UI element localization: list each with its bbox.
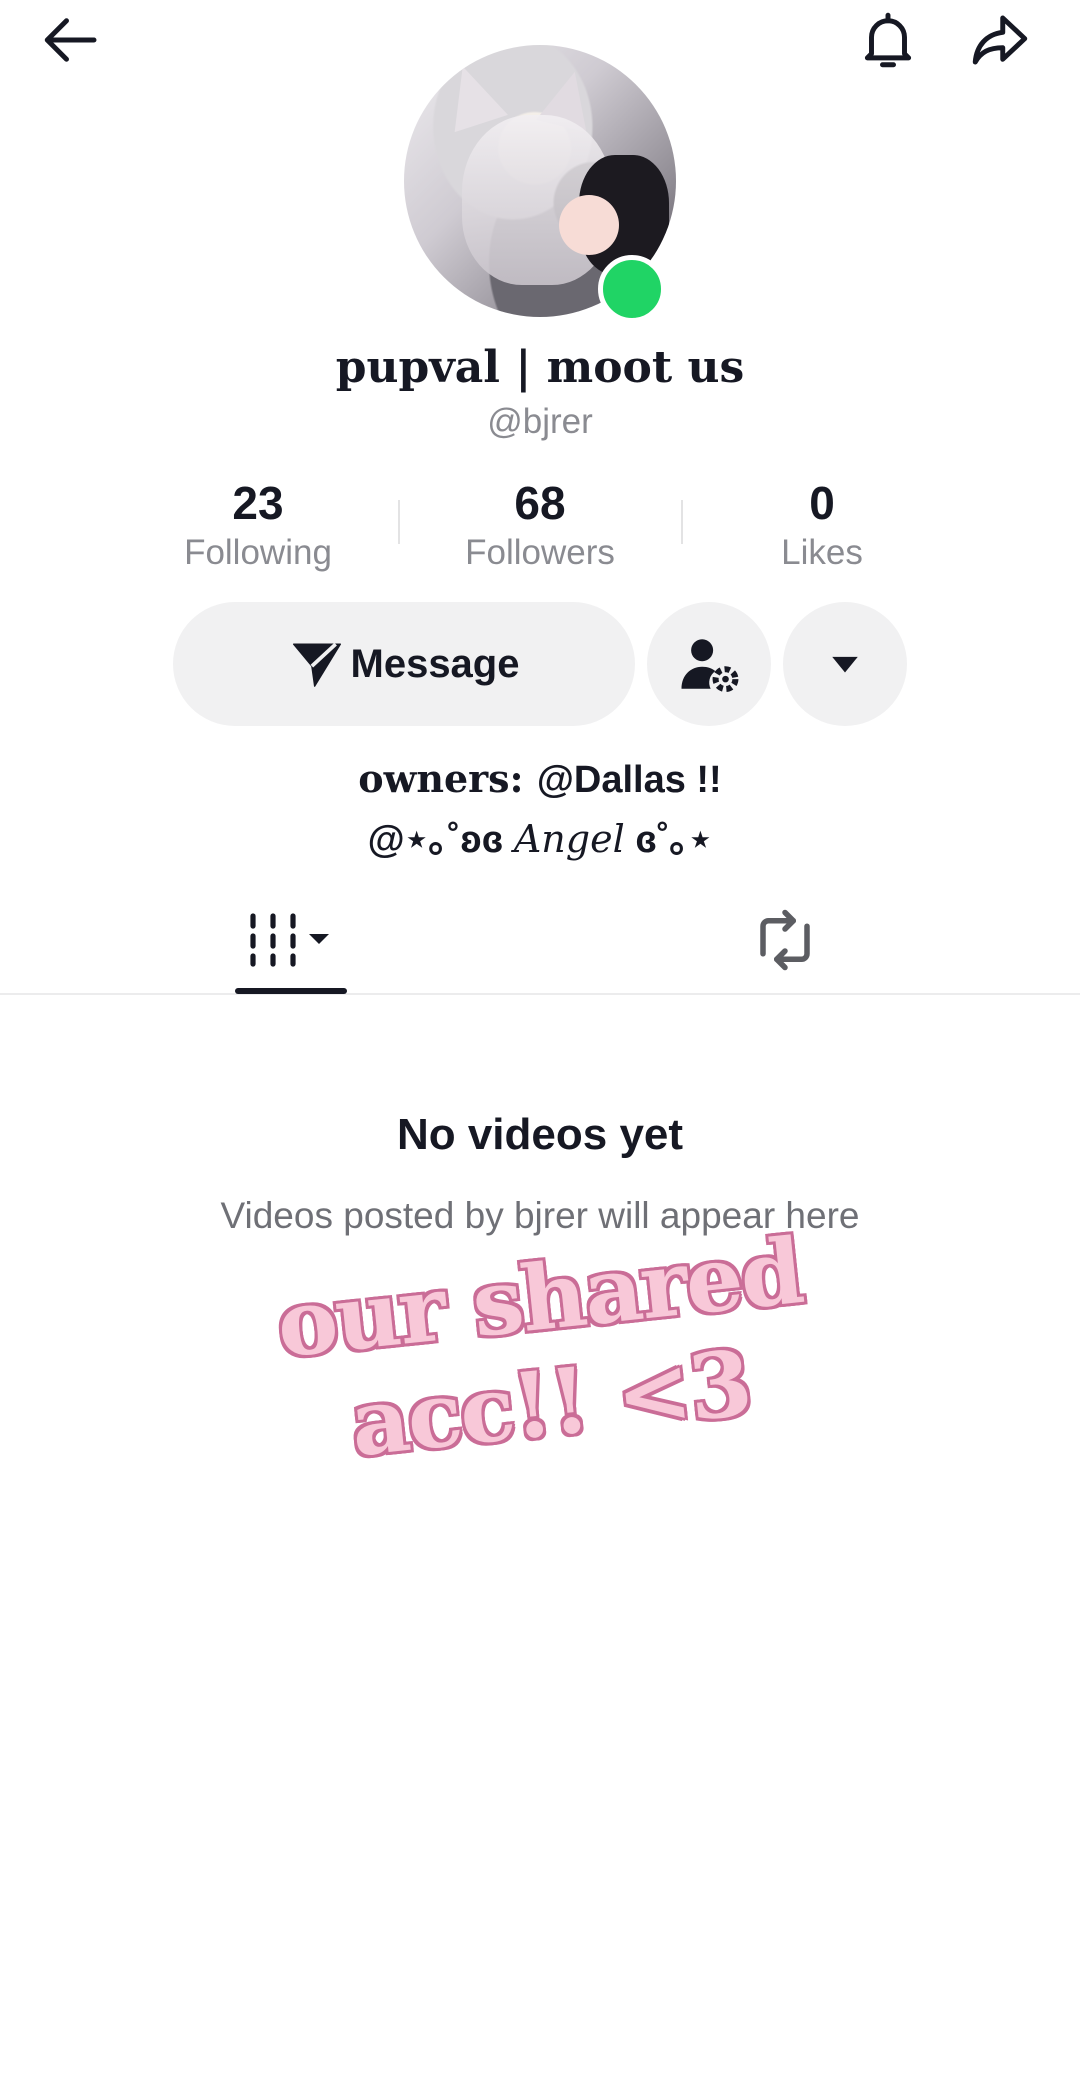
username-handle: @bjrer: [487, 402, 593, 441]
caret-down-icon: [832, 656, 858, 673]
bio-decoration-end: ɞ˚｡⋆: [635, 819, 713, 861]
send-icon: [292, 642, 341, 687]
tab-bar-divider: [0, 993, 1080, 995]
bio-line-1: owners: @Dallas !!: [0, 756, 1080, 802]
bio-decoration: ʚɞ: [460, 819, 504, 861]
repost-icon: [760, 909, 810, 971]
bio-line-2: @⋆｡˚ʚɞ Angel ɞ˚｡⋆: [0, 808, 1080, 863]
user-gear-icon: [681, 639, 739, 693]
tab-videos[interactable]: [235, 900, 347, 980]
sticker-text-overlay: our shared acc!! <3: [272, 1218, 807, 1478]
bio-owners-label: owners:: [358, 756, 537, 801]
bio-name: Angel: [513, 817, 625, 861]
arrow-left-icon: [44, 18, 97, 62]
friend-settings-button[interactable]: [647, 602, 771, 726]
grid-columns-icon: [250, 913, 329, 967]
bio-mention-prefix[interactable]: @⋆｡˚: [368, 819, 461, 861]
stat-value: 23: [232, 477, 284, 529]
avatar-art-face: [559, 195, 619, 255]
message-button[interactable]: Message: [173, 602, 635, 726]
online-status-dot: [598, 255, 666, 323]
avatar-art-ear: [436, 57, 508, 133]
stat-label: Followers: [465, 533, 615, 572]
share-arrow-icon: [972, 15, 1028, 65]
tab-reposts[interactable]: [740, 898, 830, 982]
stat-label: Following: [184, 533, 332, 572]
stat-following[interactable]: 23 Following: [118, 475, 398, 575]
active-tab-indicator: [235, 988, 347, 994]
stat-label: Likes: [781, 533, 863, 572]
stat-value: 0: [809, 477, 835, 529]
stat-value: 68: [514, 477, 566, 529]
bio-owner-mention[interactable]: @Dallas !!: [537, 759, 722, 801]
back-button[interactable]: [32, 0, 112, 80]
share-button[interactable]: [960, 0, 1040, 80]
display-name: pupval | moot us: [335, 342, 745, 393]
more-options-button[interactable]: [783, 602, 907, 726]
stat-likes: 0 Likes: [682, 475, 962, 575]
stat-followers[interactable]: 68 Followers: [400, 475, 680, 575]
message-button-label: Message: [350, 641, 520, 686]
empty-state-title: No videos yet: [396, 1110, 684, 1159]
notifications-button[interactable]: [848, 0, 928, 80]
bell-icon: [864, 12, 912, 68]
